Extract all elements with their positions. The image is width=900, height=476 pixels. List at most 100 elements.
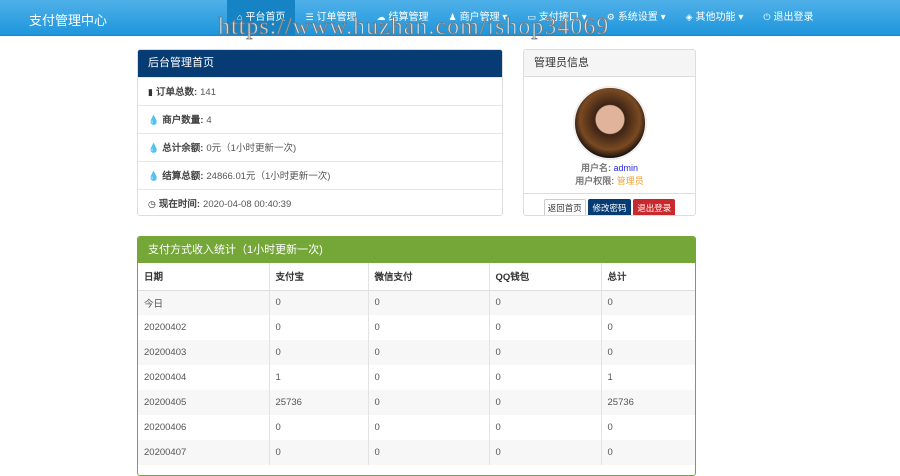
table-cell: 0 [607, 347, 613, 358]
table-cell: 25736 [607, 397, 634, 408]
navbar: 支付管理中心 ⌂ 平台首页 ☰ 订单管理 ☁ 结算管理 ♟ 商户管理 ▾ ▭ 支付接口 ▾ ⚙ 系统设… [0, 0, 900, 36]
table-cell: 20200403 [138, 340, 270, 365]
table-cell: 0 [368, 290, 490, 315]
drop-icon: 💧 [148, 115, 160, 125]
overview-label: 总计余额: [162, 143, 204, 154]
drop-icon: 💧 [148, 143, 160, 153]
table-cell: 0 [607, 422, 613, 433]
cube-icon: ◈ [685, 12, 693, 22]
home-icon: ⌂ [237, 12, 243, 22]
table-cell: 0 [489, 415, 602, 440]
table-cell: 25736 [269, 390, 369, 415]
table-cell: 0 [269, 340, 369, 365]
nav-item-2[interactable]: ☁ 结算管理 [367, 0, 439, 35]
column-header: 日期 [138, 263, 270, 291]
power-icon: ⏻ [763, 12, 771, 22]
table-cell: 0 [269, 315, 369, 340]
nav-item-label: 商户管理 ▾ [459, 12, 508, 23]
payment-stats-table: 日期 支付宝 微信支付 QQ钱包 总计 今日 0 0 0 0 20200402 0 0 0 0 202004… [138, 263, 695, 465]
overview-row: 💧 商户数量: 4 [138, 105, 502, 133]
column-header: 微信支付 [368, 263, 490, 291]
table-cell: 0 [269, 440, 369, 465]
overview-value: 141 [200, 87, 216, 98]
overview-label: 结算总额: [162, 171, 204, 182]
nav-item-4[interactable]: ▭ 支付接口 ▾ [517, 0, 596, 35]
nav-item-label: 支付接口 ▾ [538, 12, 587, 23]
back-home-button[interactable]: 返回首页 [543, 199, 586, 215]
table-row: 20200405 25736 0 0 25736 [138, 390, 695, 415]
role-label: 用户权限: [575, 176, 615, 186]
overview-label: 商户数量: [162, 115, 204, 126]
overview-label: 订单总数: [155, 87, 198, 98]
admin-info-title: 管理员信息 [524, 50, 695, 77]
overview-value: 24866.01元（1小时更新一次) [206, 171, 331, 182]
user-icon: ♟ [448, 12, 457, 22]
nav-item-0[interactable]: ⌂ 平台首页 [227, 0, 296, 35]
overview-row: 💧 总计余额: 0元（1小时更新一次) [138, 133, 502, 161]
list-icon: ☰ [305, 12, 314, 22]
table-cell: 0 [489, 340, 602, 365]
table-cell: 0 [368, 415, 490, 440]
brand-title[interactable]: 支付管理中心 [29, 10, 107, 29]
overview-row: ▮ 订单总数: 141 [138, 77, 502, 105]
table-cell: 0 [489, 440, 602, 465]
table-cell: 0 [368, 315, 490, 340]
column-header: QQ钱包 [489, 263, 602, 291]
table-cell: 0 [607, 447, 613, 458]
payment-stats-title: 支付方式收入统计（1小时更新一次) [138, 237, 695, 263]
overview-panel: 后台管理首页 ▮ 订单总数: 141 💧 商户数量: 4 💧 总计余额: 0元（1小时更新一次)… [137, 49, 503, 216]
table-cell: 20200402 [138, 315, 270, 340]
overview-row: ◷ 现在时间: 2020-04-08 00:40:39 [138, 189, 502, 215]
overview-title: 后台管理首页 [138, 50, 502, 77]
nav-item-label: 平台首页 [245, 12, 286, 23]
table-cell: 20200406 [138, 415, 270, 440]
table-cell: 0 [489, 365, 602, 390]
column-header: 总计 [601, 263, 695, 291]
nav-item-3[interactable]: ♟ 商户管理 ▾ [439, 0, 518, 35]
logout-button[interactable]: 退出登录 [633, 199, 676, 215]
nav-item-6[interactable]: ◈ 其他功能 ▾ [676, 0, 754, 35]
card-icon: ▭ [527, 12, 536, 22]
username-value: admin [613, 163, 639, 173]
nav-item-label: 订单管理 [316, 12, 357, 23]
overview-label: 现在时间: [158, 199, 201, 210]
nav-item-label: 系统设置 ▾ [617, 12, 666, 23]
table-row: 20200403 0 0 0 0 [138, 340, 695, 365]
table-cell: 0 [607, 297, 613, 309]
table-cell: 0 [489, 390, 602, 415]
admin-info-panel: 管理员信息 用户名: admin 用户权限: 管理员 返回首页 修改密码 退出登… [523, 49, 696, 216]
table-row: 今日 0 0 0 0 [138, 290, 695, 315]
table-cell: 0 [489, 315, 602, 340]
table-cell: 1 [269, 365, 369, 390]
overview-value: 0元（1小时更新一次) [206, 143, 297, 154]
drop-icon: 💧 [148, 171, 160, 181]
change-password-button[interactable]: 修改密码 [588, 199, 631, 215]
table-row: 20200404 1 0 0 1 [138, 365, 695, 390]
overview-value: 2020-04-08 00:40:39 [203, 199, 292, 210]
nav-item-7[interactable]: ⏻ 退出登录 [753, 0, 823, 35]
gear-icon: ⚙ [606, 12, 615, 22]
clock-icon: ◷ [148, 199, 156, 209]
column-header: 支付宝 [269, 263, 369, 291]
table-cell: 0 [489, 290, 602, 315]
username-label: 用户名: [580, 163, 611, 173]
bar-chart-icon: ▮ [148, 87, 153, 97]
table-cell: 1 [607, 372, 613, 383]
nav-item-label: 其他功能 ▾ [695, 12, 744, 23]
table-cell: 20200407 [138, 440, 270, 465]
table-row: 20200402 0 0 0 0 [138, 315, 695, 340]
table-cell: 0 [607, 322, 613, 333]
table-cell: 0 [368, 440, 490, 465]
cloud-icon: ☁ [376, 12, 386, 22]
overview-row: 💧 结算总额: 24866.01元（1小时更新一次) [138, 161, 502, 189]
nav-item-label: 退出登录 [773, 12, 814, 23]
nav-item-1[interactable]: ☰ 订单管理 [295, 0, 366, 35]
table-cell: 0 [368, 365, 490, 390]
nav-item-label: 结算管理 [388, 12, 429, 23]
role-value: 管理员 [616, 176, 644, 186]
overview-value: 4 [206, 115, 212, 126]
table-cell: 0 [368, 390, 490, 415]
table-cell: 0 [269, 290, 369, 315]
nav-item-5[interactable]: ⚙ 系统设置 ▾ [597, 0, 676, 35]
table-cell: 0 [368, 340, 490, 365]
